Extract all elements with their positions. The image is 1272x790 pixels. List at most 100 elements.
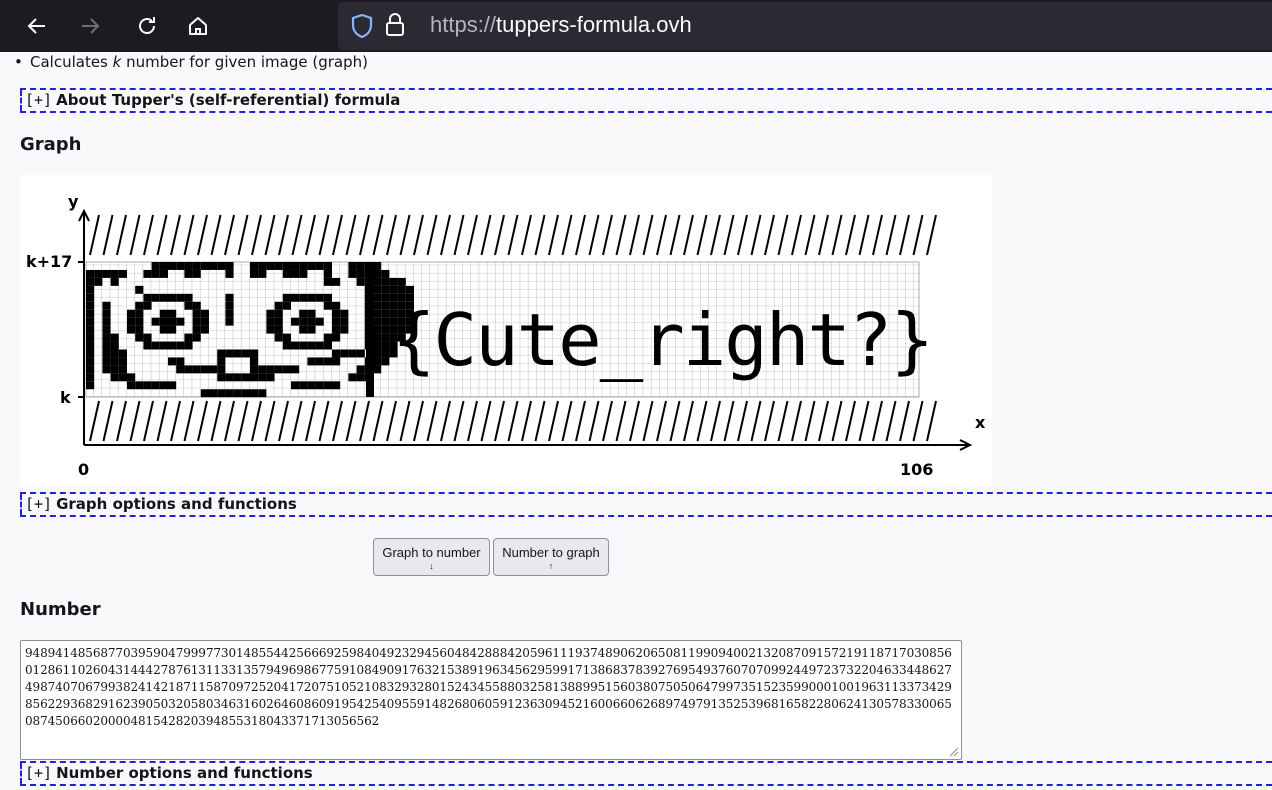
number-to-graph-button[interactable]: Number to graph ↑ [493, 538, 609, 576]
hatch-line [723, 214, 735, 256]
graph-pixel [307, 325, 316, 334]
url-text[interactable]: https://tuppers-formula.ovh [430, 12, 692, 38]
graph-pixel [323, 262, 332, 270]
shield-icon[interactable] [350, 13, 374, 39]
graph-pixel [127, 373, 136, 382]
about-toggle-text: About Tupper's (self-referential) formul… [56, 91, 401, 109]
hatch-line [251, 400, 262, 442]
graph-pixel [356, 269, 365, 278]
graph-pixel [94, 277, 103, 286]
about-toggle-label[interactable]: [+] About Tupper's (self-referential) for… [25, 91, 400, 110]
graph-pixel [159, 262, 168, 270]
graph-pixel [258, 269, 267, 278]
graph-pixel [373, 262, 382, 270]
number-options-toggle[interactable]: [+] Number options and functions [20, 761, 1272, 786]
graph-pixel [217, 389, 226, 398]
graph-pixel [373, 301, 382, 310]
graph-pixel [86, 269, 95, 278]
graph-pixel [250, 365, 259, 374]
graph-pixel [250, 389, 259, 398]
hatch-line [602, 400, 613, 442]
graph-pixel [168, 341, 177, 350]
forward-button[interactable] [73, 9, 107, 43]
reload-button[interactable] [130, 9, 164, 43]
graph-pixel [373, 293, 382, 302]
graph-text: {Cute_right?} [392, 298, 932, 382]
graph-pixel [127, 381, 136, 390]
graph-pixel [315, 293, 324, 302]
hatch-line [872, 400, 883, 442]
graph-pixel [118, 349, 127, 358]
graph-pixel [102, 301, 111, 310]
x-axis-label: x [975, 413, 986, 432]
graph-pixel [225, 269, 234, 278]
hatch-line [413, 400, 424, 442]
graph-pixel [405, 285, 414, 294]
number-heading: Number [20, 599, 101, 620]
hatch-line [291, 214, 303, 256]
graph-pixel [389, 285, 398, 294]
hatch-line [561, 400, 573, 442]
graph-pixel [192, 333, 201, 342]
graph-pixel [282, 341, 291, 350]
graph-pixel [307, 381, 316, 390]
graph-pixel [299, 269, 308, 278]
graph-pixel [159, 317, 168, 326]
graph-pixel [168, 357, 177, 366]
graph-pixel [397, 285, 406, 294]
graph-pixel [217, 357, 226, 366]
hatch-line [197, 400, 208, 442]
graph-options-label[interactable]: [+] Graph options and functions [25, 495, 297, 514]
lock-icon[interactable] [384, 12, 406, 38]
hatch-line [534, 214, 546, 256]
hatch-line [467, 214, 478, 256]
graph-pixel [307, 262, 316, 270]
hatch-line [899, 400, 910, 442]
about-toggle[interactable]: [+] About Tupper's (self-referential) for… [20, 88, 1272, 113]
back-button[interactable] [20, 9, 54, 43]
hatch-line [305, 214, 316, 256]
graph-pixel [184, 365, 193, 374]
graph-pixel [200, 262, 209, 270]
graph-pixel [291, 293, 300, 302]
number-options-label[interactable]: [+] Number options and functions [25, 764, 313, 783]
home-button[interactable] [181, 9, 215, 43]
graph-pixel [102, 317, 111, 326]
hatch-line [885, 214, 897, 256]
graph-pixel [151, 341, 160, 350]
graph-pixel [323, 269, 332, 278]
hatch-line [359, 214, 370, 256]
resize-grip-icon[interactable] [947, 745, 959, 757]
graph-pixel [151, 317, 160, 326]
graph-pixel [266, 373, 275, 382]
graph-pixel [110, 357, 119, 366]
graph-pixel [373, 349, 382, 358]
hatch-line [858, 400, 870, 442]
graph-pixel [168, 325, 177, 334]
hatch-line [521, 214, 532, 256]
hatch-line [710, 400, 721, 442]
graph-svg[interactable]: y x k+17 k 0 106 {Cute_right?} [20, 175, 992, 487]
graph-canvas[interactable]: y x k+17 k 0 106 {Cute_right?} [20, 175, 992, 487]
graph-options-toggle[interactable]: [+] Graph options and functions [20, 492, 1272, 517]
hatch-line [129, 400, 141, 442]
graph-pixel [86, 293, 95, 302]
number-textarea[interactable]: 9489414856877039590479997730148554425666… [20, 640, 962, 760]
graph-pixel [86, 349, 95, 358]
graph-pixel [143, 269, 152, 278]
graph-pixel [356, 277, 365, 286]
hatch-line [156, 214, 168, 256]
forward-arrow-icon [82, 18, 100, 34]
hatch-line [278, 214, 289, 256]
graph-pixel [323, 341, 332, 350]
hatch-line [210, 400, 222, 442]
graph-pixel [200, 389, 209, 398]
y-top-label: k+17 [26, 252, 72, 271]
hatch-line [548, 400, 559, 442]
bullet-dot: • [14, 53, 23, 71]
bullet-prefix: Calculates [30, 53, 113, 71]
url-bar[interactable]: https://tuppers-formula.ovh [338, 2, 1272, 50]
graph-pixel [151, 293, 160, 302]
hatch-line [332, 400, 343, 442]
graph-to-number-button[interactable]: Graph to number ↓ [373, 538, 490, 576]
